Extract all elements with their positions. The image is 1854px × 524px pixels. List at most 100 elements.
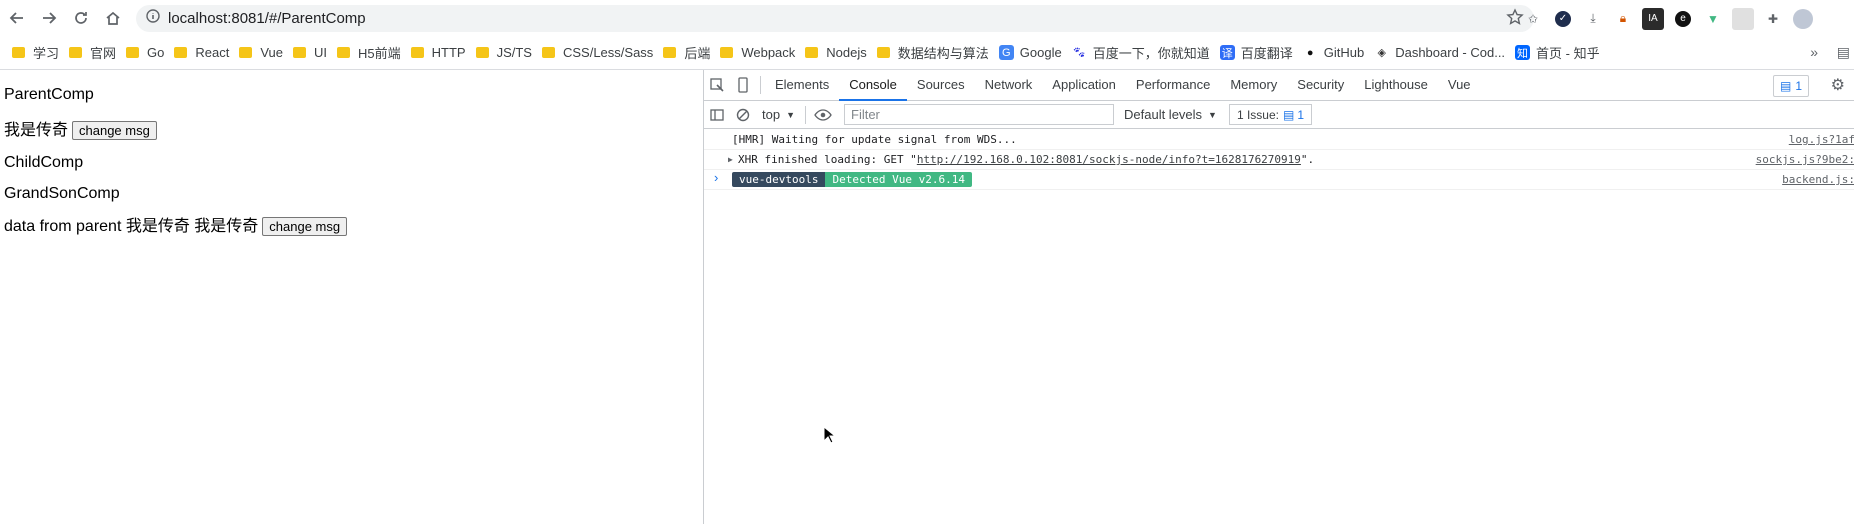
devtools-panel: Elements Console Sources Network Application… bbox=[703, 70, 1854, 524]
bookmark-label: Nodejs bbox=[826, 45, 867, 60]
grandson-change-msg-button[interactable]: change msg bbox=[262, 217, 348, 236]
baidu-icon: 🐾︎ bbox=[1071, 45, 1087, 60]
inspect-element-icon[interactable] bbox=[704, 70, 730, 100]
device-toggle-icon[interactable] bbox=[730, 70, 756, 100]
source-link[interactable]: backend.js: bbox=[1782, 173, 1854, 186]
console-filter-input[interactable]: Filter bbox=[844, 104, 1114, 125]
tab-sources[interactable]: Sources bbox=[907, 70, 975, 100]
data-from-parent-text: data from parent 我是传奇 我是传奇 bbox=[4, 218, 259, 235]
bookmark-item[interactable]: 译百度翻译 bbox=[1219, 43, 1293, 62]
bookmark-label: 首页 - 知乎 bbox=[1536, 46, 1600, 61]
bookmark-label: 百度一下，你就知道 bbox=[1092, 46, 1210, 61]
forward-icon[interactable] bbox=[36, 5, 62, 31]
xhr-url-link[interactable]: http://192.168.0.102:8081/sockjs-node/in… bbox=[917, 153, 1301, 166]
tab-performance[interactable]: Performance bbox=[1126, 70, 1220, 100]
download-icon[interactable]: ⤓ bbox=[1582, 8, 1604, 30]
sidebar-toggle-icon[interactable] bbox=[704, 100, 730, 130]
grey-extension-icon[interactable] bbox=[1732, 7, 1754, 30]
url-text[interactable]: localhost:8081/#/ParentComp bbox=[168, 10, 366, 27]
bookmark-label: HTTP bbox=[431, 45, 466, 60]
eye-icon[interactable] bbox=[810, 100, 836, 130]
change-msg-button[interactable]: change msg bbox=[72, 121, 157, 140]
folder-icon bbox=[475, 47, 489, 58]
console-log: [HMR] Waiting for update signal from WDS… bbox=[704, 130, 1854, 190]
puzzle-icon[interactable]: ✚ bbox=[1762, 8, 1784, 30]
check-extension-icon[interactable]: ✓ bbox=[1552, 8, 1574, 30]
bookmark-item[interactable]: JS/TS bbox=[475, 45, 532, 60]
log-levels-dropdown[interactable]: Default levels ▼ bbox=[1124, 107, 1217, 122]
reading-list-icon[interactable]: ▤ bbox=[1837, 44, 1850, 61]
tab-elements[interactable]: Elements bbox=[765, 70, 839, 100]
e-extension-icon[interactable]: e bbox=[1672, 8, 1694, 30]
bookmark-label: 百度翻译 bbox=[1240, 46, 1293, 61]
vue-extension-icon[interactable]: ▼ bbox=[1702, 8, 1724, 30]
console-prompt[interactable]: › bbox=[714, 170, 718, 185]
page-content: ParentComp 我是传奇 change msg ChildComp Gran… bbox=[0, 70, 703, 524]
bookmark-item[interactable]: 后端 bbox=[663, 43, 710, 62]
message-icon: ▤ bbox=[1283, 107, 1295, 122]
folder-icon bbox=[239, 47, 253, 58]
bookmark-item[interactable]: ◈ Dashboard - Cod... bbox=[1374, 45, 1505, 60]
bookmark-item[interactable]: Vue bbox=[239, 45, 283, 60]
bookmark-item[interactable]: UI bbox=[293, 45, 327, 60]
issues-counter-button[interactable]: ▤ 1 bbox=[1772, 75, 1809, 97]
info-icon[interactable] bbox=[146, 9, 160, 28]
bookmark-item[interactable]: Go bbox=[126, 45, 164, 60]
home-icon[interactable] bbox=[100, 5, 126, 31]
tab-lighthouse[interactable]: Lighthouse bbox=[1354, 70, 1438, 100]
ia-extension-icon[interactable]: IA bbox=[1642, 7, 1664, 30]
bookmark-item[interactable]: G Google bbox=[998, 45, 1062, 60]
source-link[interactable]: log.js?1af bbox=[1789, 133, 1854, 146]
lock-extension-icon[interactable]: 🔒︎ bbox=[1612, 8, 1634, 30]
profile-avatar[interactable] bbox=[1792, 8, 1814, 30]
bookmark-label: 官网 bbox=[90, 46, 117, 61]
tab-vue[interactable]: Vue bbox=[1438, 70, 1481, 100]
bookmark-item[interactable]: Webpack bbox=[720, 45, 795, 60]
star-extension-icon[interactable]: ✩ bbox=[1522, 8, 1544, 30]
more-bookmarks-icon[interactable]: » bbox=[1810, 44, 1818, 60]
context-selector[interactable]: top ▼ bbox=[762, 107, 795, 122]
bookmark-item[interactable]: H5前端 bbox=[337, 43, 401, 62]
mouse-cursor-icon bbox=[823, 425, 837, 449]
address-bar[interactable]: localhost:8081/#/ParentComp bbox=[136, 5, 1534, 32]
tab-network[interactable]: Network bbox=[975, 70, 1043, 100]
issues-chip[interactable]: 1 Issue: ▤ 1 bbox=[1228, 104, 1313, 125]
folder-icon bbox=[663, 47, 677, 58]
issues-count: 1 bbox=[1795, 79, 1802, 93]
settings-gear-icon[interactable]: ⚙ bbox=[1831, 75, 1845, 95]
bookmark-label: H5前端 bbox=[358, 46, 401, 61]
vue-version-badge: Detected Vue v2.6.14 bbox=[825, 172, 972, 187]
tab-memory[interactable]: Memory bbox=[1220, 70, 1287, 100]
xhr-message: XHR finished loading: GET "http://192.16… bbox=[738, 153, 1314, 166]
bookmark-item[interactable]: Nodejs bbox=[805, 45, 867, 60]
console-toolbar: top ▼ Filter Default levels ▼ 1 Issue: ▤… bbox=[704, 101, 1854, 129]
tab-application[interactable]: Application bbox=[1042, 70, 1126, 100]
tab-security[interactable]: Security bbox=[1287, 70, 1354, 100]
source-link[interactable]: sockjs.js?9be2: bbox=[1756, 153, 1854, 166]
bookmark-item[interactable]: 知首页 - 知乎 bbox=[1515, 43, 1600, 62]
reload-icon[interactable] bbox=[68, 5, 94, 31]
issues-chip-count: 1 bbox=[1297, 107, 1305, 122]
child-comp-title: ChildComp bbox=[4, 154, 84, 171]
console-message: [HMR] Waiting for update signal from WDS… bbox=[704, 130, 1854, 150]
expand-arrow-icon[interactable]: ▶ bbox=[728, 155, 733, 164]
bookmark-item[interactable]: ● GitHub bbox=[1302, 45, 1364, 60]
bookmark-item[interactable]: 官网 bbox=[69, 43, 116, 62]
bookmark-item[interactable]: 🐾︎ 百度一下，你就知道 bbox=[1071, 43, 1210, 62]
clear-console-icon[interactable] bbox=[730, 100, 756, 130]
dropdown-arrow-icon: ▼ bbox=[1208, 109, 1217, 120]
devtools-tabbar: Elements Console Sources Network Application… bbox=[704, 70, 1854, 101]
back-icon[interactable] bbox=[4, 5, 30, 31]
parent-msg-text: 我是传奇 bbox=[4, 122, 69, 139]
bookmark-item[interactable]: CSS/Less/Sass bbox=[541, 45, 654, 60]
translate-icon: 译 bbox=[1219, 45, 1235, 60]
bookmark-item[interactable]: 数据结构与算法 bbox=[876, 43, 989, 62]
bookmark-item[interactable]: React bbox=[174, 45, 229, 60]
console-message: vue-devtools Detected Vue v2.6.14 backend… bbox=[704, 170, 1854, 190]
bookmark-label: CSS/Less/Sass bbox=[562, 45, 654, 60]
folder-icon bbox=[410, 47, 424, 58]
tab-console[interactable]: Console bbox=[839, 70, 907, 101]
google-icon: G bbox=[998, 45, 1014, 60]
bookmark-item[interactable]: HTTP bbox=[410, 45, 466, 60]
bookmark-item[interactable]: 学习 bbox=[12, 43, 59, 62]
